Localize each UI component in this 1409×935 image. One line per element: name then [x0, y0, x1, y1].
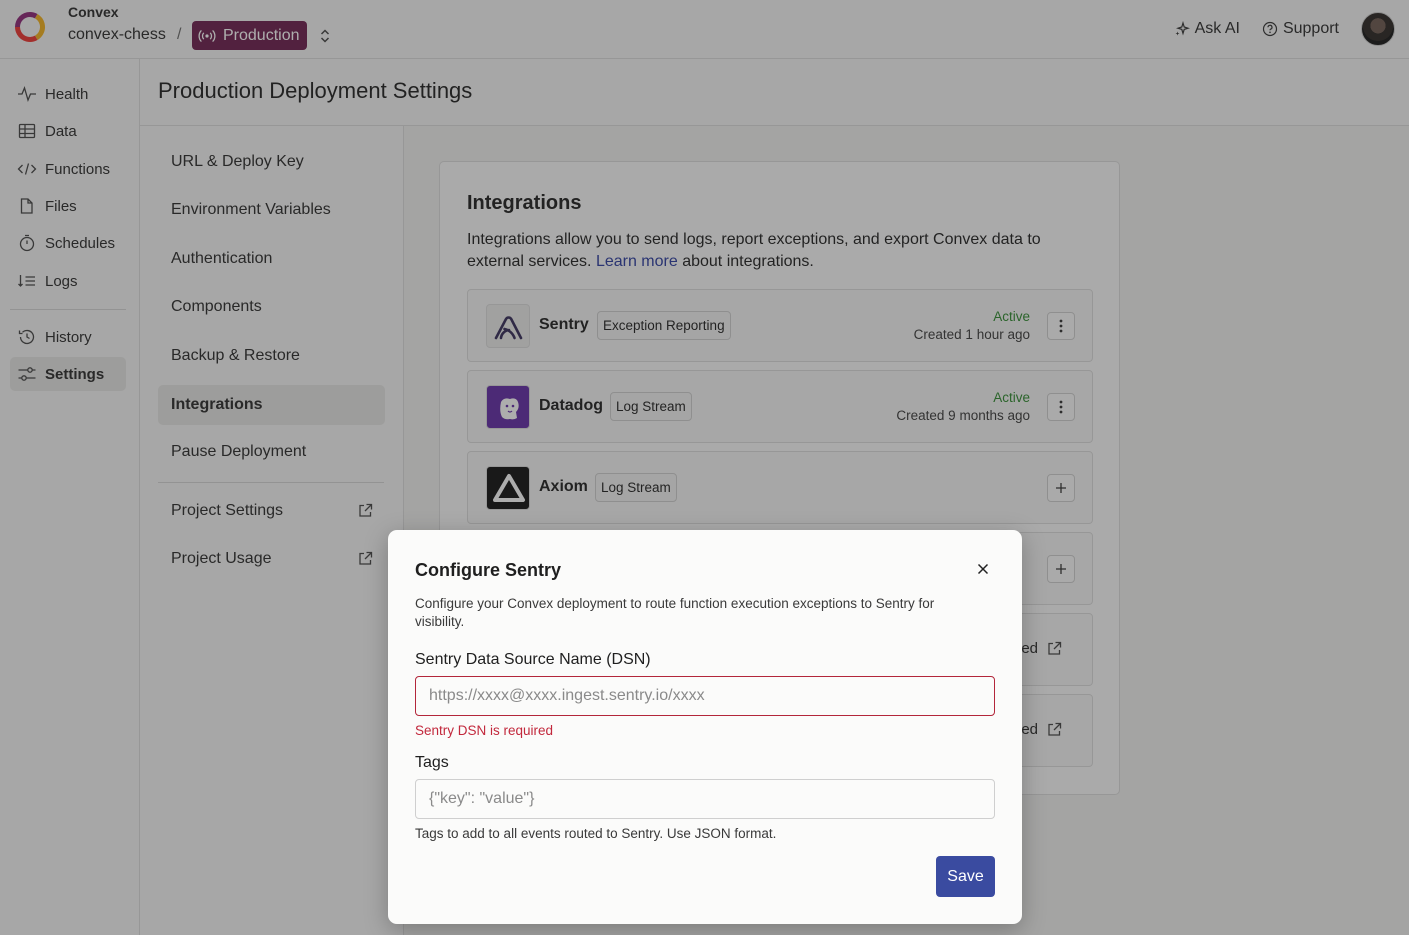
dialog-title: Configure Sentry [415, 560, 562, 580]
dsn-label: Sentry Data Source Name (DSN) [415, 651, 651, 668]
close-button[interactable] [973, 559, 993, 579]
configure-sentry-dialog: Configure Sentry Configure your Convex d… [388, 530, 1022, 924]
tags-label: Tags [415, 754, 449, 771]
save-button[interactable]: Save [936, 856, 995, 897]
dsn-error-message: Sentry DSN is required [415, 723, 554, 738]
dialog-description: Configure your Convex deployment to rout… [415, 596, 935, 629]
dsn-input[interactable] [415, 676, 995, 716]
tags-help-text: Tags to add to all events routed to Sent… [415, 826, 777, 841]
tags-input[interactable] [415, 779, 995, 819]
close-icon [977, 563, 989, 575]
